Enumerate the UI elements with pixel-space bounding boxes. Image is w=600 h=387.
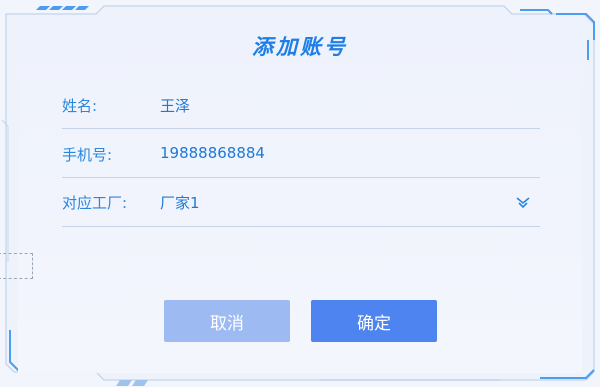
- phone-value[interactable]: 19888868884: [160, 144, 265, 162]
- name-label: 姓名:: [62, 97, 98, 115]
- cancel-button[interactable]: 取消: [164, 300, 290, 342]
- dialog-title: 添加账号: [252, 35, 348, 59]
- dashed-placeholder-box: [0, 253, 33, 279]
- factory-label: 对应工厂:: [62, 194, 128, 212]
- factory-divider: [62, 226, 540, 227]
- phone-label: 手机号:: [62, 146, 113, 164]
- factory-select-value[interactable]: 厂家1: [160, 192, 200, 213]
- chevron-down-icon[interactable]: [515, 196, 531, 210]
- phone-divider: [62, 177, 540, 178]
- confirm-button[interactable]: 确定: [311, 300, 437, 342]
- name-value[interactable]: 王泽: [160, 95, 190, 116]
- name-divider: [62, 128, 540, 129]
